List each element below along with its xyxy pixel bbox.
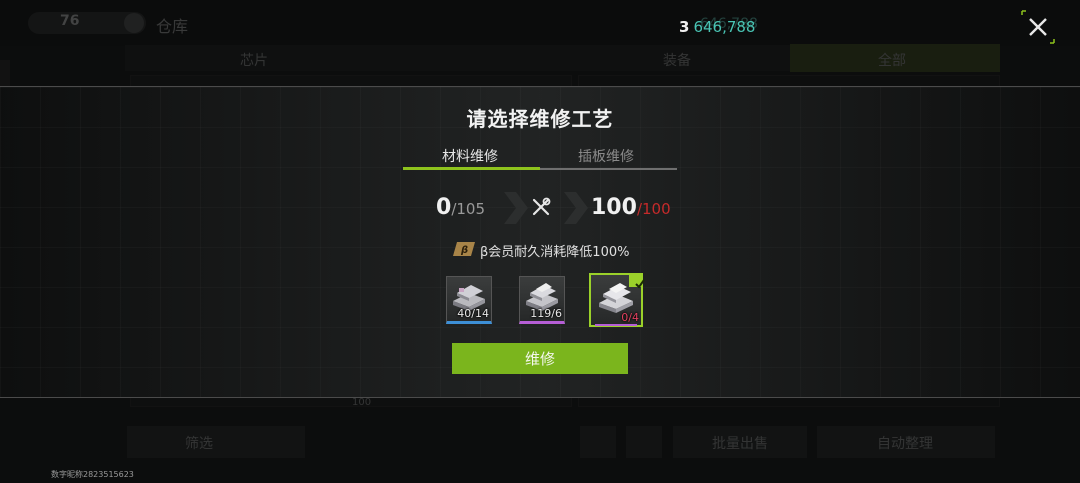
- chevron-right-icon: [504, 192, 528, 224]
- repair-button[interactable]: 维修: [452, 343, 628, 374]
- member-benefit-text: β会员耐久消耗降低100%: [480, 245, 630, 260]
- background-plus-icon: [124, 13, 144, 33]
- beta-member-badge-icon: β: [453, 242, 475, 256]
- chevron-right-icon-2: [564, 192, 588, 224]
- close-icon: [1021, 10, 1055, 44]
- wrench-screwdriver-icon: [532, 197, 551, 216]
- background-scroll-value: 100: [352, 397, 372, 408]
- durability-current: 100: [591, 195, 637, 220]
- background-auto-sort-label: 自动整理: [877, 436, 933, 452]
- tab-active-indicator: [403, 167, 540, 170]
- material-progress-current: 0: [436, 195, 452, 220]
- currency-icon: 3: [679, 18, 690, 36]
- material-slot-3-rarity-bar: [595, 324, 637, 326]
- player-id-text: 数字昵称2823515623: [51, 470, 134, 479]
- material-progress: 0/105: [436, 195, 485, 220]
- durability-display: 100/100: [591, 195, 671, 220]
- member-badge-letter: β: [460, 245, 468, 256]
- material-progress-required: /105: [451, 200, 485, 218]
- material-slot-3-count: 0/4: [621, 311, 639, 324]
- background-search-button: [626, 426, 662, 458]
- tab-material-repair[interactable]: 材料维修: [442, 146, 498, 166]
- background-filter-label: 筛选: [185, 436, 213, 452]
- background-tab-all: 全部: [878, 53, 906, 69]
- material-slot-2-count: 119/6: [530, 307, 562, 320]
- background-back-button: [580, 426, 616, 458]
- material-slot-1-count: 40/14: [457, 307, 489, 320]
- background-tab-chip: 芯片: [240, 53, 268, 69]
- selected-check-badge: [629, 273, 645, 289]
- background-tab-equipment: 装备: [663, 53, 691, 69]
- material-slot-2[interactable]: 119/6: [519, 276, 565, 324]
- check-icon: [635, 279, 645, 289]
- dialog-title: 请选择维修工艺: [466, 107, 614, 131]
- background-screen-title: 仓库: [156, 17, 189, 36]
- currency-display: 3 646,788: [679, 18, 755, 36]
- background-bulk-sell-label: 批量出售: [712, 436, 768, 452]
- currency-value: 646,788: [693, 18, 756, 36]
- durability-max: /100: [636, 200, 671, 218]
- background-level-value: 76: [60, 13, 80, 29]
- tab-plugin-repair[interactable]: 插板维修: [578, 146, 634, 166]
- close-button[interactable]: [1021, 10, 1055, 44]
- material-slot-3-selected[interactable]: 0/4: [589, 273, 645, 327]
- material-slot-1[interactable]: 40/14: [446, 276, 492, 324]
- background-filter-button: [127, 426, 305, 458]
